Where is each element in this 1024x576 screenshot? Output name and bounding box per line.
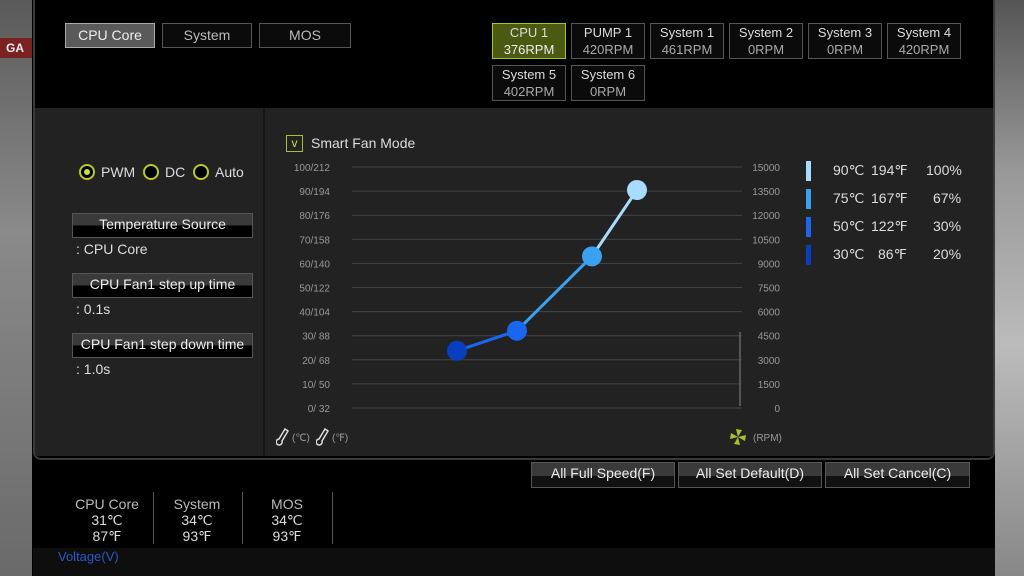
status-cpu-core: CPU Core 31℃ 87℉ [62,496,152,544]
right-tick-label: 9000 [758,259,781,270]
left-tick-label: 10/ 50 [302,380,330,391]
curve-point [627,180,647,200]
legend-fahrenheit: 122℉ [871,218,908,234]
all-full-speed-button[interactable]: All Full Speed(F) [531,462,675,488]
right-tick-label: 4500 [758,332,781,343]
thermometer-f-icon [316,428,330,446]
curve-segment [590,189,639,258]
divider [332,492,333,544]
right-tick-label: 3000 [758,356,781,367]
right-tick-label: 12000 [752,211,780,222]
status-fahrenheit: 87℉ [92,528,122,544]
right-tick-label: 13500 [752,187,780,198]
right-tick-label: 10500 [752,235,780,246]
legend-fahrenheit: 194℉ [871,162,908,178]
legend-percent: 67% [933,190,962,206]
thermometer-c-icon [276,428,290,446]
fahrenheit-unit-label: (℉) [332,433,349,444]
legend-fahrenheit: 167℉ [871,190,908,206]
status-fahrenheit: 93℉ [272,528,302,544]
rpm-unit-label: (RPM) [753,433,782,444]
status-system: System 34℃ 93℉ [152,496,242,544]
status-celsius: 31℃ [91,512,123,528]
status-mos: MOS 34℃ 93℉ [242,496,332,544]
status-celsius: 34℃ [271,512,303,528]
celsius-unit-label: (℃) [292,433,310,444]
right-tick-label: 15000 [752,163,780,174]
all-set-cancel-button[interactable]: All Set Cancel(C) [825,462,970,488]
legend-celsius: 50℃ [833,218,865,234]
left-tick-label: 30/ 88 [302,332,330,343]
curve-point [447,340,467,361]
left-tick-label: 40/104 [299,308,330,319]
status-name: MOS [271,496,303,512]
status-celsius: 34℃ [181,512,213,528]
curve-point [582,246,602,267]
left-tick-label: 60/140 [299,259,330,270]
legend-swatch [806,161,811,181]
right-tick-label: 0 [774,404,780,415]
legend-celsius: 30℃ [833,246,865,262]
legend-percent: 30% [933,218,962,234]
status-name: CPU Core [75,496,139,512]
legend-percent: 20% [933,246,962,262]
fan-icon [730,429,746,445]
status-fahrenheit: 93℉ [182,528,212,544]
left-tick-label: 0/ 32 [308,404,331,415]
voltage-label: Voltage(V) [58,549,119,564]
curve-segment [515,255,594,332]
legend-percent: 100% [926,162,962,178]
legend-swatch [806,189,811,209]
right-tick-label: 7500 [758,284,781,295]
fan-curve-chart[interactable]: 0/ 32 0 10/ 50 1500 20/ 68 3000 30/ 88 4500 40/1… [0,0,1024,576]
left-tick-label: 50/122 [299,284,330,295]
voltage-section [33,548,995,576]
legend-celsius: 75℃ [833,190,865,206]
left-tick-label: 70/158 [299,235,330,246]
left-tick-label: 80/176 [299,211,330,222]
left-tick-label: 100/212 [294,163,331,174]
status-name: System [173,496,221,512]
legend-fahrenheit: 86℉ [878,246,907,262]
curve-point [507,320,527,341]
legend-celsius: 90℃ [833,162,865,178]
all-set-default-button[interactable]: All Set Default(D) [678,462,822,488]
right-tick-label: 6000 [758,308,781,319]
left-tick-label: 20/ 68 [302,356,330,367]
left-tick-label: 90/194 [299,187,330,198]
legend-swatch [806,217,811,237]
legend-swatch [806,245,811,265]
right-tick-label: 1500 [758,380,781,391]
